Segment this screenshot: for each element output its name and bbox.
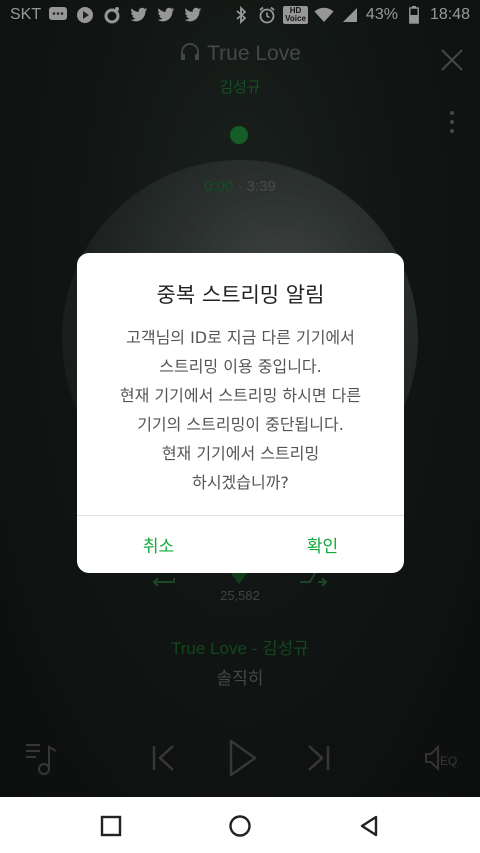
android-nav-bar — [0, 797, 480, 853]
dialog-message-line: 현재 기기에서 스트리밍 하시면 다른 — [119, 386, 362, 405]
cancel-button[interactable]: 취소 — [77, 516, 240, 573]
recents-square-icon — [100, 815, 122, 837]
back-triangle-icon — [360, 815, 378, 837]
dialog-message-line: 고객님의 ID로 지금 다른 기기에서 — [126, 328, 355, 347]
dialog-message-line: 하시겠습니까? — [192, 473, 289, 492]
dialog-message-line: 현재 기기에서 스트리밍 — [161, 444, 320, 463]
dialog-message-line: 기기의 스트리밍이 중단됩니다. — [137, 415, 344, 434]
back-button[interactable] — [354, 811, 384, 841]
home-button[interactable] — [225, 811, 255, 841]
recents-button[interactable] — [96, 811, 126, 841]
home-circle-icon — [229, 815, 251, 837]
dialog-message-line: 스트리밍 이용 중입니다. — [159, 357, 322, 376]
dialog-message: 고객님의 ID로 지금 다른 기기에서 스트리밍 이용 중입니다. 현재 기기에… — [77, 323, 404, 497]
duplicate-streaming-dialog: 중복 스트리밍 알림 고객님의 ID로 지금 다른 기기에서 스트리밍 이용 중… — [77, 253, 404, 573]
confirm-button[interactable]: 확인 — [241, 516, 404, 573]
dialog-title: 중복 스트리밍 알림 — [156, 283, 325, 307]
